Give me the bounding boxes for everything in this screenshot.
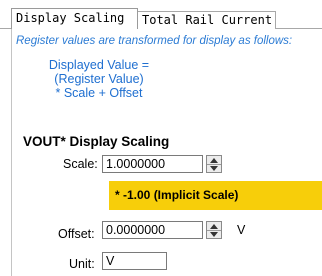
panel-border: [11, 29, 12, 276]
formula-line-1: Displayed Value =: [48, 58, 150, 72]
scale-label: Scale:: [63, 157, 98, 171]
formula-line-2: (Register Value): [54, 72, 144, 86]
caret-down-icon: [210, 231, 218, 237]
implicit-scale-banner: * -1.00 (Implicit Scale): [109, 181, 322, 210]
offset-spinner[interactable]: [206, 221, 222, 239]
offset-input[interactable]: [102, 221, 203, 239]
offset-label: Offset:: [58, 227, 95, 241]
tab-display-scaling[interactable]: Display Scaling: [11, 8, 138, 29]
scale-input[interactable]: [102, 155, 203, 173]
unit-label: Unit:: [69, 257, 95, 271]
formula-line-3: * Scale + Offset: [55, 86, 143, 100]
formula-block: Displayed Value = (Register Value) * Sca…: [34, 58, 164, 100]
description-text: Register values are transformed for disp…: [16, 35, 293, 47]
caret-up-icon: [210, 157, 218, 163]
section-title: VOUT* Display Scaling: [23, 134, 170, 149]
caret-up-icon: [210, 223, 218, 229]
caret-down-icon: [210, 165, 218, 171]
scale-spin-down-button[interactable]: [207, 164, 221, 172]
unit-input[interactable]: [102, 252, 167, 270]
offset-spin-down-button[interactable]: [207, 230, 221, 238]
tab-total-rail-current[interactable]: Total Rail Current: [137, 11, 276, 29]
scale-spinner[interactable]: [206, 155, 222, 173]
tab-strip: Total Rail Current Display Scaling: [0, 0, 322, 30]
offset-unit-label: V: [237, 223, 246, 237]
